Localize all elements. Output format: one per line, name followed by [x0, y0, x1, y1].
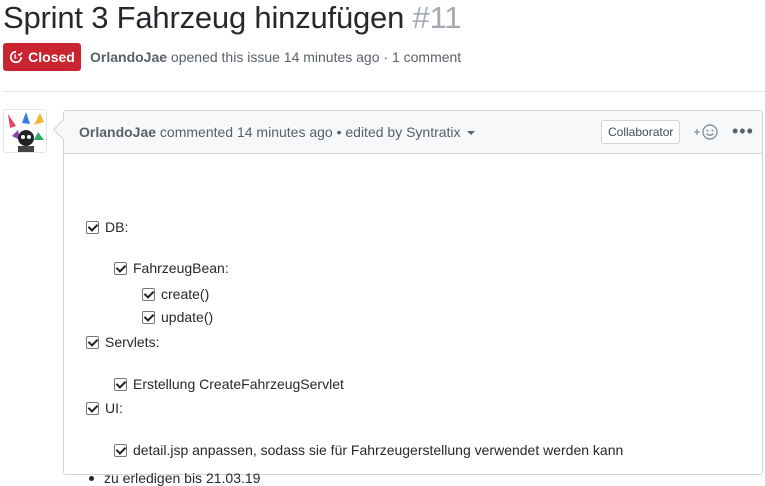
comment-header: OrlandoJae commented 14 minutes ago • ed…: [64, 111, 762, 154]
comment-box: OrlandoJae commented 14 minutes ago • ed…: [63, 110, 763, 486]
list-item-text: zu erledigen bis 21.03.19: [104, 470, 261, 486]
task-item-ui-detail: detail.jsp anpassen, sodass sie für Fahr…: [114, 442, 623, 458]
avatar[interactable]: [3, 109, 47, 153]
task-item-db: DB:: [86, 219, 128, 235]
task-label: DB:: [105, 219, 129, 235]
task-item-create: create(): [142, 286, 209, 302]
smiley-icon: [694, 124, 718, 140]
task-checkbox[interactable]: [86, 401, 99, 415]
task-checkbox[interactable]: [114, 377, 127, 391]
kebab-horizontal-icon[interactable]: •••: [732, 121, 754, 141]
task-item-update: update(): [142, 309, 213, 325]
chevron-down-icon[interactable]: [467, 131, 476, 136]
avatar-image: [4, 110, 46, 152]
task-label: Servlets:: [105, 334, 160, 350]
comment-header-text: OrlandoJae commented 14 minutes ago • ed…: [79, 124, 476, 140]
issue-meta-text: opened this issue 14 minutes ago · 1 com…: [170, 49, 462, 65]
task-label: Erstellung CreateFahrzeugServlet: [133, 376, 344, 392]
task-checkbox[interactable]: [114, 443, 127, 457]
task-item-fahrzeugbean: FahrzeugBean:: [114, 260, 229, 276]
task-checkbox[interactable]: [114, 261, 127, 275]
task-label: UI:: [105, 400, 123, 416]
task-label: FahrzeugBean:: [133, 260, 229, 276]
task-checkbox[interactable]: [86, 335, 99, 349]
task-item-servlets: Servlets:: [86, 334, 159, 350]
task-label: update(): [161, 309, 214, 325]
task-item-servlet: Erstellung CreateFahrzeugServlet: [114, 376, 344, 392]
task-label: detail.jsp anpassen, sodass sie für Fahr…: [133, 442, 624, 458]
collaborator-badge: Collaborator: [601, 120, 681, 144]
issue-closed-icon: [10, 50, 23, 64]
issue-title: Sprint 3 Fahrzeug hinzufügen #11: [3, 0, 462, 38]
task-checkbox[interactable]: [142, 310, 155, 324]
task-checkbox[interactable]: [142, 287, 155, 301]
issue-author-link[interactable]: OrlandoJae: [90, 49, 167, 65]
issue-meta: OrlandoJae opened this issue 14 minutes …: [90, 49, 461, 65]
bullet-icon: [89, 475, 94, 481]
add-reaction-button[interactable]: [693, 123, 719, 141]
divider: [3, 91, 765, 92]
status-badge: Closed: [3, 43, 81, 71]
task-label: create(): [161, 286, 210, 302]
status-label: Closed: [28, 49, 75, 65]
task-item-ui: UI:: [86, 400, 123, 416]
list-item-deadline: zu erledigen bis 21.03.19: [86, 470, 260, 486]
comment-author-link[interactable]: OrlandoJae: [79, 124, 156, 140]
issue-number: #11: [412, 0, 462, 35]
comment-edit-info[interactable]: commented 14 minutes ago • edited by Syn…: [160, 124, 461, 140]
issue-title-text: Sprint 3 Fahrzeug hinzufügen: [3, 0, 405, 35]
task-checkbox[interactable]: [86, 220, 99, 234]
